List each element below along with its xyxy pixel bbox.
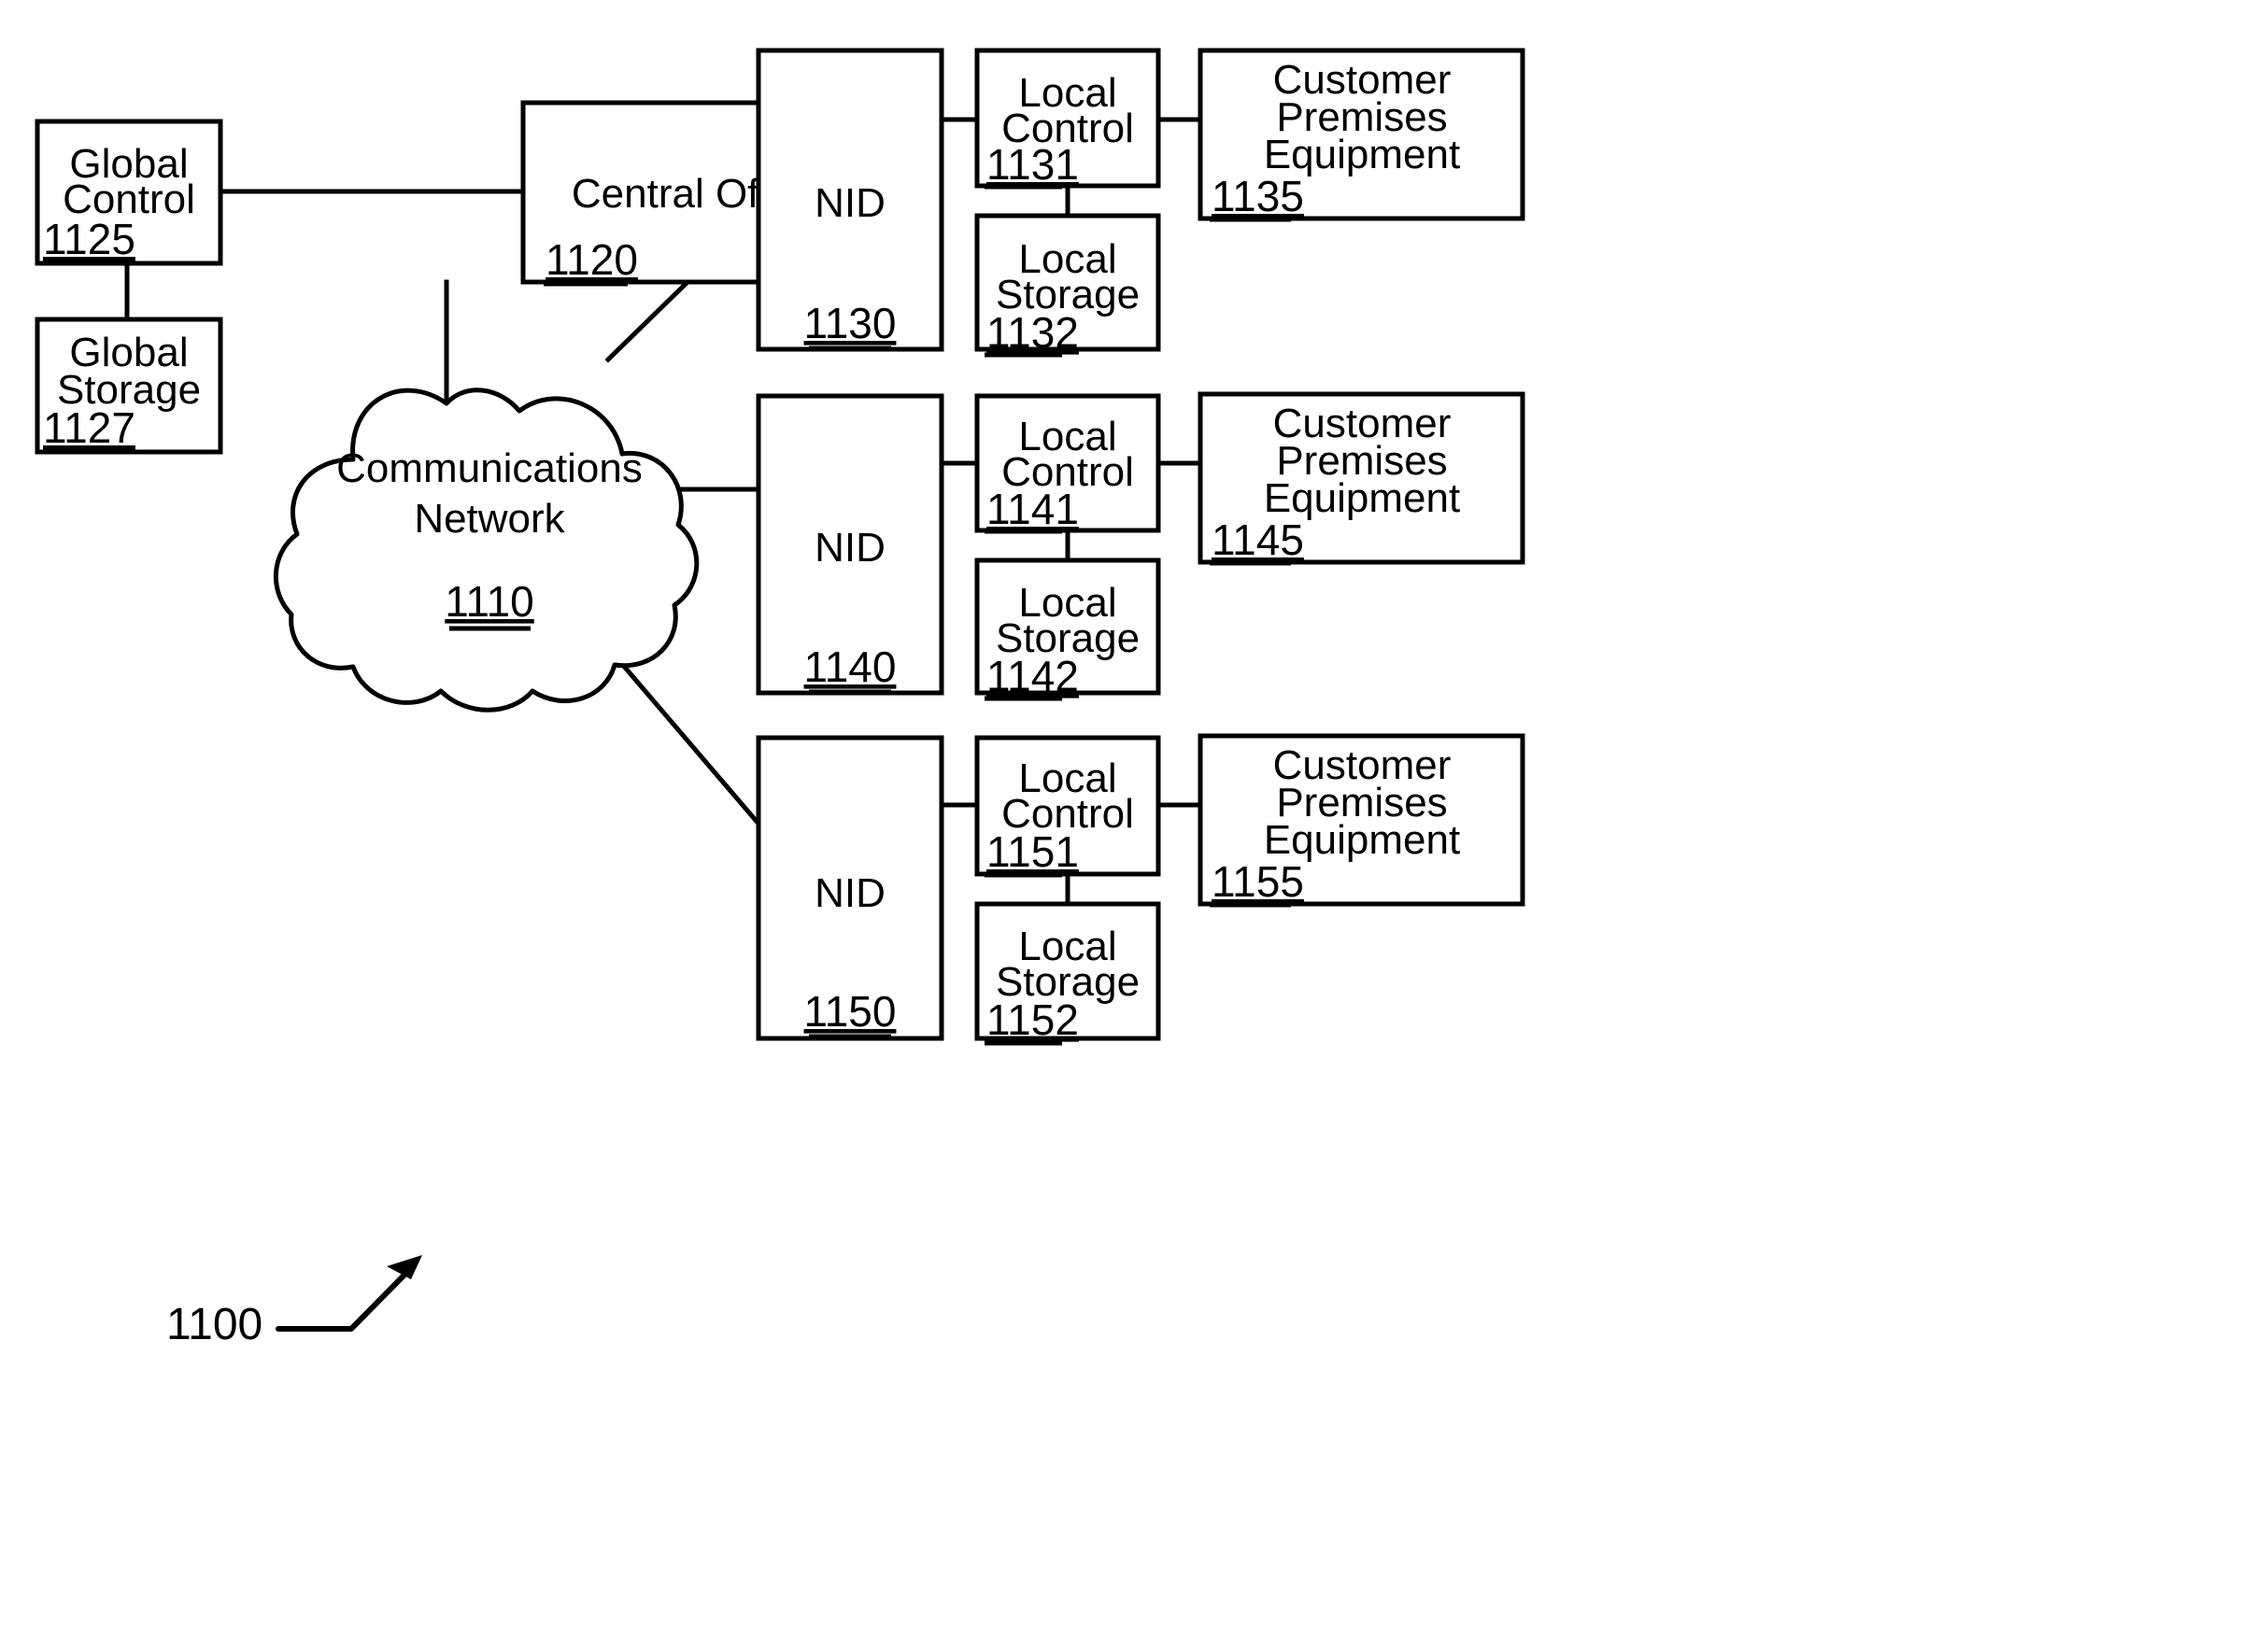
network-ref-number: 1110 [445, 577, 534, 626]
node-nid-1150[interactable]: NID 1150 [756, 735, 944, 1041]
nid-1150-title: NID [815, 870, 886, 916]
nid-1130-ref-number: 1130 [804, 299, 897, 347]
figure-reference-callout: 1100 [166, 1255, 422, 1349]
local-control-1151-ref-number: 1151 [986, 827, 1079, 876]
node-local-control-1131[interactable]: Local Control 1131 [974, 48, 1161, 190]
local-control-1141-ref-number: 1141 [986, 485, 1079, 533]
node-nid-1130[interactable]: NID 1130 [756, 48, 944, 352]
node-nid-1140[interactable]: NID 1140 [756, 393, 944, 696]
cpe-1145-ref-number: 1145 [1212, 515, 1304, 564]
network-title-line2: Network [414, 496, 565, 542]
cloud-shape [273, 388, 700, 713]
global-control-ref-number: 1125 [43, 215, 135, 263]
nid-1140-ref-number: 1140 [804, 642, 897, 691]
central-office-ref-number: 1120 [546, 235, 638, 284]
node-local-control-1141[interactable]: Local Control 1141 [974, 393, 1161, 534]
nid-1150-ref-number: 1150 [804, 987, 897, 1036]
diagram-canvas: Communications Network 1110 Global Contr… [35, 48, 1525, 1349]
node-local-storage-1142[interactable]: Local Storage 1142 [974, 557, 1161, 701]
local-control-1131-ref-number: 1131 [986, 140, 1079, 189]
node-global-storage[interactable]: Global Storage 1127 [35, 317, 223, 455]
node-cpe-1155[interactable]: Customer Premises Equipment 1155 [1198, 733, 1525, 908]
global-storage-ref-number: 1127 [43, 403, 135, 452]
cpe-1145-title-line3: Equipment [1264, 475, 1460, 521]
cpe-1135-ref-number: 1135 [1212, 172, 1304, 220]
figure-leader-line [276, 1262, 418, 1332]
patent-figure-diagram: Communications Network 1110 Global Contr… [0, 0, 2268, 1651]
figure-leader-arrow-icon [387, 1255, 422, 1279]
node-local-control-1151[interactable]: Local Control 1151 [974, 735, 1161, 878]
local-storage-1132-ref-number: 1132 [986, 308, 1079, 357]
cpe-1155-ref-number: 1155 [1212, 857, 1304, 906]
nid-1140-title: NID [815, 525, 886, 571]
local-storage-1142-ref-number: 1142 [986, 652, 1079, 700]
local-storage-1152-ref-number: 1152 [986, 995, 1079, 1044]
nid-1130-title: NID [815, 180, 886, 226]
node-local-storage-1152[interactable]: Local Storage 1152 [974, 901, 1161, 1046]
node-cpe-1135[interactable]: Customer Premises Equipment 1135 [1198, 48, 1525, 222]
node-cpe-1145[interactable]: Customer Premises Equipment 1145 [1198, 391, 1525, 566]
network-title-line1: Communications [336, 445, 643, 491]
cpe-1135-title-line3: Equipment [1264, 132, 1460, 177]
communications-network-cloud[interactable]: Communications Network 1110 [273, 388, 700, 713]
node-global-control[interactable]: Global Control 1125 [35, 119, 223, 266]
cpe-1155-title-line3: Equipment [1264, 817, 1460, 863]
node-local-storage-1132[interactable]: Local Storage 1132 [974, 213, 1161, 358]
figure-number-label: 1100 [166, 1300, 262, 1349]
